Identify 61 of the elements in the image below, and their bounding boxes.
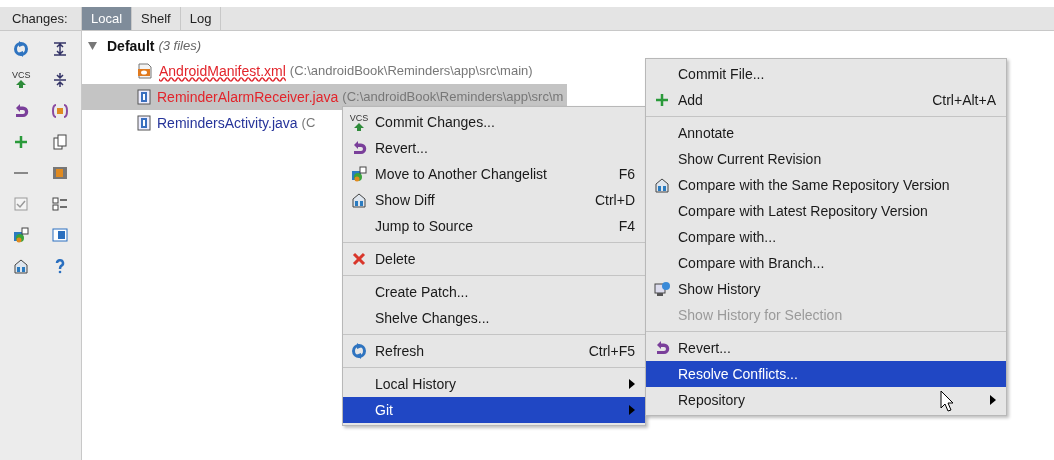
- xml-file-icon: [137, 63, 153, 79]
- menu-item[interactable]: Repository: [646, 387, 1006, 413]
- undo-arrow-icon: [654, 340, 670, 356]
- close-icon: [351, 251, 367, 267]
- menu-item[interactable]: Show History: [646, 276, 1006, 302]
- menu-item[interactable]: Revert...: [646, 335, 1006, 361]
- file-name: RemindersActivity.java: [157, 113, 298, 133]
- refresh-icon: [351, 343, 367, 359]
- menu-item[interactable]: Compare with...: [646, 224, 1006, 250]
- menu-item[interactable]: Compare with Branch...: [646, 250, 1006, 276]
- file-row[interactable]: RemindersActivity.java (C: [82, 110, 320, 136]
- file-name: AndroidManifest.xml: [159, 61, 286, 81]
- menu-item[interactable]: Compare with the Same Repository Version: [646, 172, 1006, 198]
- menu-item[interactable]: Show Current Revision: [646, 146, 1006, 172]
- move-changelist-icon: [351, 166, 367, 182]
- undo-arrow-icon: [351, 140, 367, 156]
- plus-icon: [13, 133, 30, 150]
- checkbox-icon: [13, 195, 30, 212]
- menu-item[interactable]: Move to Another Changelist F6: [343, 161, 645, 187]
- menu-item[interactable]: Commit File...: [646, 61, 1006, 87]
- submenu-arrow-icon: [990, 395, 996, 405]
- group-icon: [51, 102, 68, 119]
- minus-icon: [14, 171, 29, 174]
- file-row[interactable]: AndroidManifest.xml (C:\androidBook\Reminders\app\src\main): [82, 58, 537, 84]
- menu-item[interactable]: Add Ctrl+Alt+A: [646, 87, 1006, 113]
- refresh-icon: [13, 40, 30, 57]
- checklist-icon: [51, 195, 68, 212]
- menu-item[interactable]: Compare with Latest Repository Version: [646, 198, 1006, 224]
- menu-item[interactable]: VCS Commit Changes...: [343, 109, 645, 135]
- menu-item[interactable]: Shelve Changes...: [343, 305, 645, 331]
- file-path: (C:\androidBook\Reminders\app\src\main): [289, 62, 533, 81]
- menu-item[interactable]: Git: [343, 397, 645, 423]
- move-changelist-icon: [13, 226, 30, 243]
- java-file-icon: [137, 89, 151, 105]
- undo-arrow-icon: [13, 102, 30, 119]
- submenu-arrow-icon: [629, 379, 635, 389]
- panel-icon: [51, 226, 68, 243]
- menu-item[interactable]: Jump to Source F4: [343, 213, 645, 239]
- copy-icon: [51, 133, 68, 150]
- menu-item[interactable]: Local History: [343, 371, 645, 397]
- file-name: ReminderAlarmReceiver.java: [157, 87, 339, 107]
- mouse-cursor-icon: [940, 390, 956, 414]
- file-path: (C: [301, 114, 316, 133]
- menu-item[interactable]: Create Patch...: [343, 279, 645, 305]
- menu-item[interactable]: Delete: [343, 246, 645, 272]
- history-icon: [654, 281, 670, 297]
- menu-item[interactable]: Resolve Conflicts...: [646, 361, 1006, 387]
- menu-item[interactable]: Annotate: [646, 120, 1006, 146]
- expand-triangle-icon[interactable]: [88, 42, 97, 50]
- expand-all-icon: [51, 40, 68, 57]
- menu-item[interactable]: Show Diff Ctrl+D: [343, 187, 645, 213]
- image-icon: [51, 164, 68, 181]
- file-count: (3 files): [158, 37, 202, 56]
- submenu-arrow-icon: [629, 405, 635, 415]
- java-file-icon: [137, 115, 151, 131]
- menu-item[interactable]: Refresh Ctrl+F5: [343, 338, 645, 364]
- file-path: (C:\androidBook\Reminders\app\src\m: [342, 88, 564, 107]
- plus-icon: [654, 92, 670, 108]
- changelist-name: Default: [107, 36, 155, 56]
- collapse-all-icon: [51, 71, 68, 88]
- menu-item[interactable]: Revert...: [343, 135, 645, 161]
